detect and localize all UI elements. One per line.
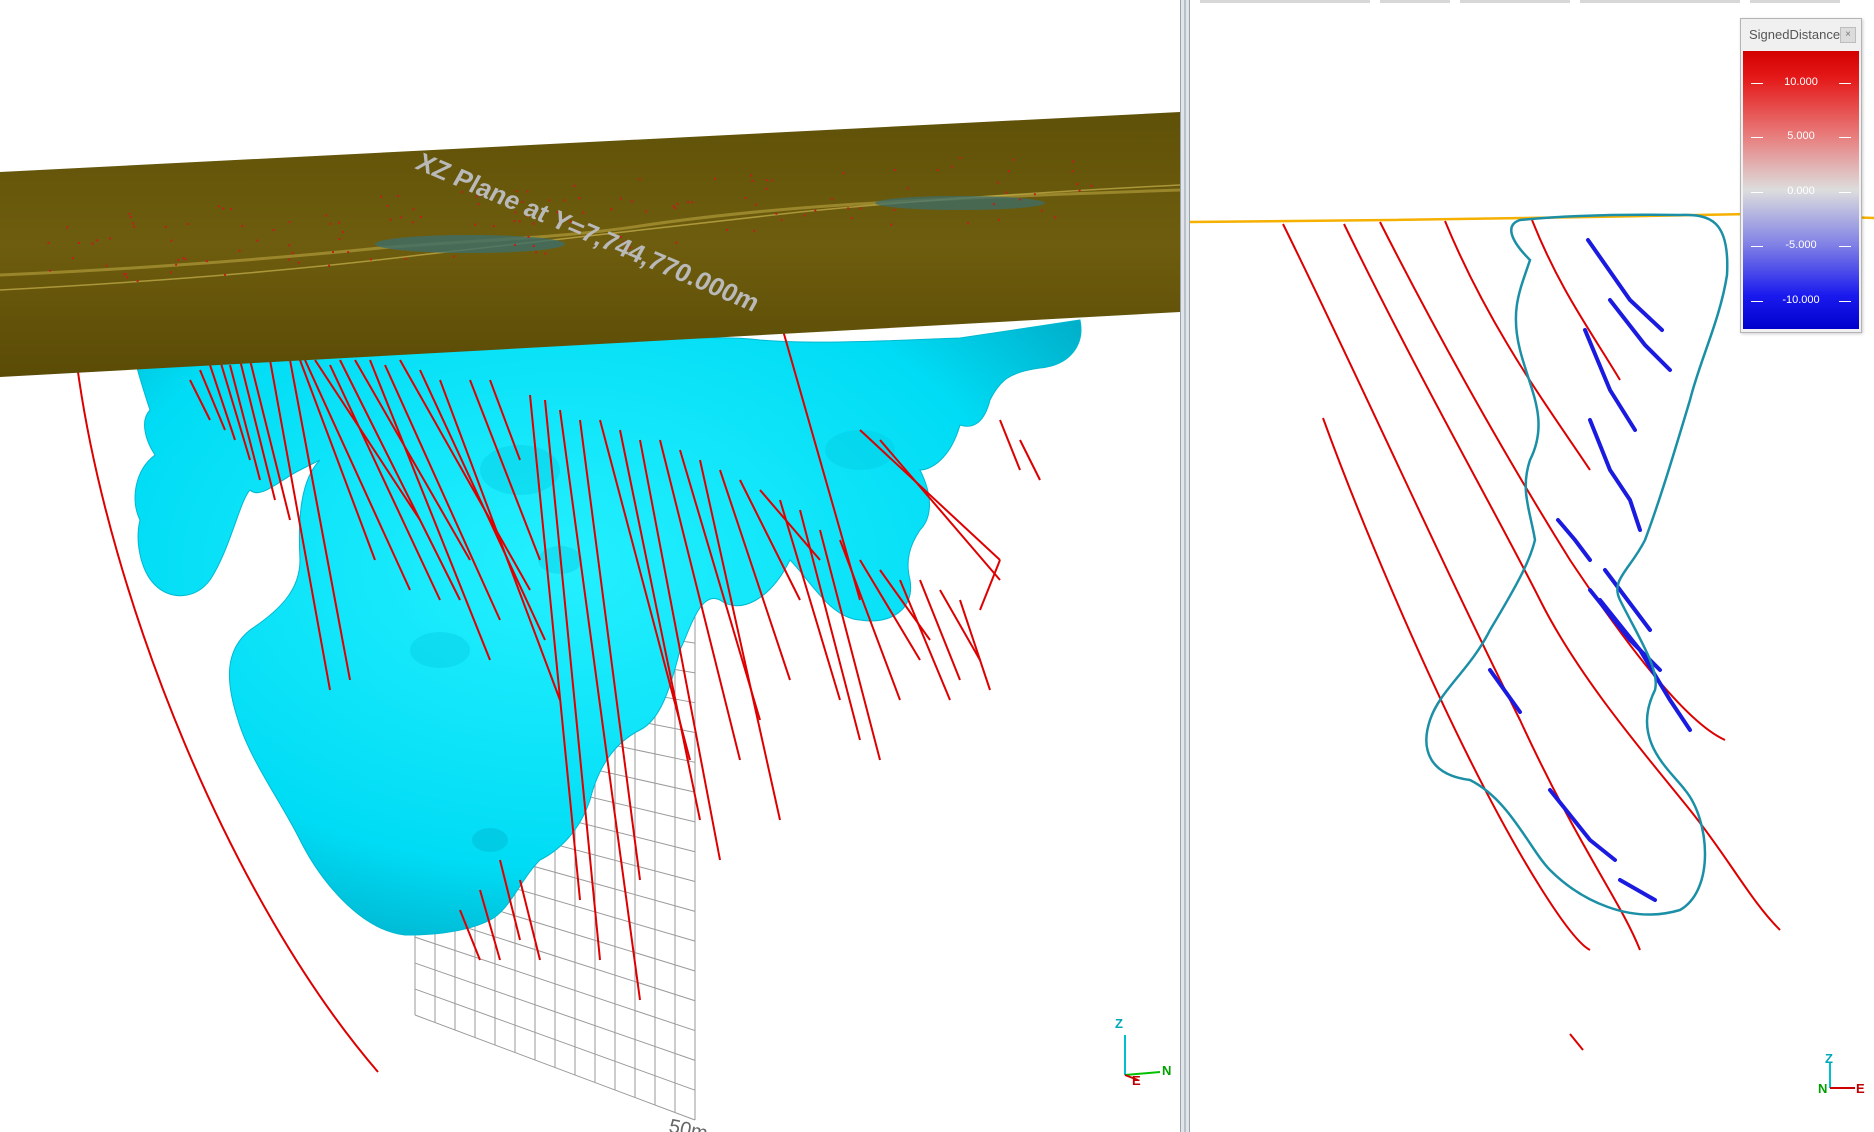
section-drillholes — [1282, 219, 1781, 1051]
axis-z-label: Z — [1115, 1016, 1123, 1031]
viewport-section[interactable]: Z N E SignedDistance × 10.000 5.000 0.00… — [1190, 0, 1874, 1132]
axis-triad-right: Z N E — [1818, 1051, 1865, 1096]
axis-n-label: N — [1162, 1063, 1171, 1078]
axis-triad-left: Z N E — [1115, 1016, 1171, 1088]
body-outline — [1425, 213, 1729, 916]
axis-n-label-right: N — [1818, 1081, 1827, 1096]
legend-title: SignedDistance — [1749, 27, 1841, 42]
legend-color-bar: 10.000 5.000 0.000 -5.000 -10.000 — [1743, 51, 1859, 329]
legend-tick: 0.000 — [1743, 185, 1859, 197]
axis-e-label-right: E — [1856, 1081, 1865, 1096]
legend-tick: -10.000 — [1743, 294, 1859, 306]
axis-z-label-right: Z — [1825, 1051, 1833, 1066]
legend-header[interactable]: SignedDistance × — [1741, 19, 1861, 49]
viewport-3d[interactable]: XZ Plane at Y=7,744,770.000m 50m Z N E — [0, 0, 1180, 1132]
view-splitter[interactable] — [1180, 0, 1190, 1132]
legend-tick: -5.000 — [1743, 239, 1859, 251]
inside-segments — [1488, 238, 1692, 902]
legend-tick: 10.000 — [1743, 76, 1859, 88]
signed-distance-legend[interactable]: SignedDistance × 10.000 5.000 0.000 -5.0… — [1740, 18, 1862, 333]
scene-3d: XZ Plane at Y=7,744,770.000m 50m Z N E — [0, 112, 1180, 1132]
legend-tick: 5.000 — [1743, 130, 1859, 142]
close-icon[interactable]: × — [1840, 27, 1856, 43]
axis-e-label: E — [1132, 1073, 1141, 1088]
